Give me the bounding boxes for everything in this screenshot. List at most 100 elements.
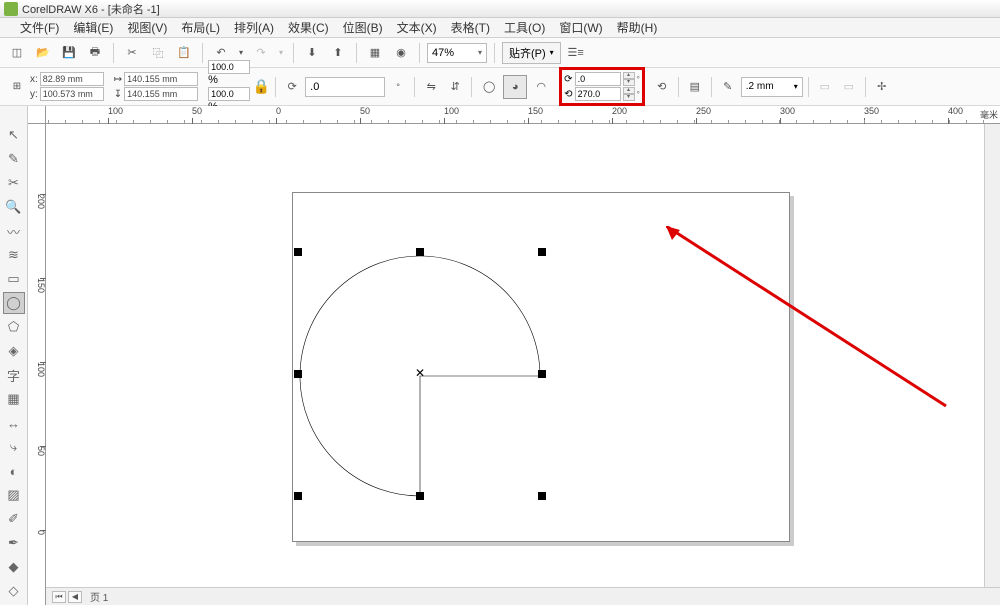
- menu-text[interactable]: 文本(X): [397, 19, 437, 36]
- convert-curves-icon[interactable]: ✢: [871, 76, 893, 98]
- transparency-icon[interactable]: ▨: [3, 484, 25, 506]
- vertical-ruler[interactable]: 200 150 100 50 0: [28, 124, 46, 605]
- object-origin-icon[interactable]: ⊞: [6, 76, 28, 98]
- import-icon[interactable]: ⬇: [301, 42, 323, 64]
- selection-handle[interactable]: [416, 248, 424, 256]
- cut-icon[interactable]: ✂: [121, 42, 143, 64]
- to-back-icon[interactable]: ▭: [838, 76, 860, 98]
- table-tool-icon[interactable]: ▦: [3, 388, 25, 410]
- start-angle-icon: ⟳: [564, 74, 572, 85]
- titlebar: CorelDRAW X6 - [未命名 -1]: [0, 0, 1000, 18]
- zoom-level[interactable]: 47%▾: [427, 43, 487, 63]
- horizontal-ruler[interactable]: 100 50 0 50 100 150 200 250 300 350 400: [28, 106, 1000, 124]
- rectangle-tool-icon[interactable]: ▭: [3, 268, 25, 290]
- width-input[interactable]: 140.155 mm: [124, 72, 198, 86]
- app-logo: [4, 2, 18, 16]
- selection-handle[interactable]: [294, 370, 302, 378]
- ellipse-tool-icon[interactable]: ◯: [3, 292, 25, 314]
- smear-tool-icon[interactable]: ≋: [3, 244, 25, 266]
- start-angle-input[interactable]: .0: [575, 72, 621, 86]
- options-icon[interactable]: ☰≡: [565, 42, 587, 64]
- mirror-v-icon[interactable]: ⇵: [444, 76, 466, 98]
- paste-icon[interactable]: 📋: [173, 42, 195, 64]
- polygon-tool-icon[interactable]: ⬠: [3, 316, 25, 338]
- arc-shape-icon[interactable]: ◠: [529, 75, 553, 99]
- selection-handle[interactable]: [294, 492, 302, 500]
- arc-endpoint-handle[interactable]: [416, 492, 424, 500]
- vertical-scrollbar[interactable]: [984, 124, 1000, 587]
- text-tool-icon[interactable]: 字: [3, 364, 25, 386]
- end-angle-spin[interactable]: ▴▾: [623, 87, 635, 101]
- end-angle-input[interactable]: 270.0: [575, 87, 621, 101]
- standard-toolbar: ◫ 📂 💾 🖶 ✂ ⿻ 📋 ↶ ▾ ↷ ▾ ⬇ ⬆ ▦ ◉ 47%▾ 贴齐(P)…: [0, 38, 1000, 68]
- lock-ratio-icon[interactable]: 🔒: [252, 73, 270, 101]
- app-launcher-icon[interactable]: ▦: [364, 42, 386, 64]
- copy-icon[interactable]: ⿻: [147, 42, 169, 64]
- to-front-icon[interactable]: ▭: [814, 76, 836, 98]
- menu-bitmap[interactable]: 位图(B): [343, 19, 383, 36]
- export-icon[interactable]: ⬆: [327, 42, 349, 64]
- x-position-input[interactable]: 82.89 mm: [40, 72, 104, 86]
- page-nav[interactable]: ⏮◀: [52, 591, 82, 603]
- menu-arrange[interactable]: 排列(A): [234, 19, 274, 36]
- x-label: x:: [30, 74, 38, 85]
- selection-handle[interactable]: [538, 248, 546, 256]
- snap-button[interactable]: 贴齐(P)▾: [502, 42, 561, 64]
- menu-window[interactable]: 窗口(W): [559, 19, 602, 36]
- menu-effects[interactable]: 效果(C): [288, 19, 329, 36]
- menu-table[interactable]: 表格(T): [451, 19, 490, 36]
- menu-file[interactable]: 文件(F): [20, 19, 59, 36]
- effects-tool-icon[interactable]: ◐: [3, 460, 25, 482]
- menu-edit[interactable]: 编辑(E): [73, 19, 113, 36]
- ruler-unit: 毫米: [980, 108, 998, 121]
- basic-shapes-icon[interactable]: ◈: [3, 340, 25, 362]
- fill-tool-icon[interactable]: ◆: [3, 556, 25, 578]
- property-bar: ⊞ x:82.89 mm y:100.573 mm ↦140.155 mm ↧1…: [0, 68, 1000, 106]
- page-indicator[interactable]: 页 1: [90, 589, 108, 604]
- rotation-input[interactable]: .0: [305, 77, 385, 97]
- start-angle-spin[interactable]: ▴▾: [623, 72, 635, 86]
- pick-tool-icon[interactable]: ↖: [3, 124, 25, 146]
- selection-handle[interactable]: [294, 248, 302, 256]
- height-input[interactable]: 140.155 mm: [124, 87, 198, 101]
- redo-dd-icon[interactable]: ▾: [276, 42, 286, 64]
- arc-endpoint-handle[interactable]: [538, 370, 546, 378]
- interactive-fill-icon[interactable]: ◇: [3, 580, 25, 602]
- scale-y-input[interactable]: 100.0: [208, 87, 250, 101]
- shape-tool-icon[interactable]: ✎: [3, 148, 25, 170]
- y-position-input[interactable]: 100.573 mm: [40, 87, 104, 101]
- zoom-tool-icon[interactable]: 🔍: [3, 196, 25, 218]
- menubar: 文件(F) 编辑(E) 视图(V) 布局(L) 排列(A) 效果(C) 位图(B…: [0, 18, 1000, 38]
- connector-tool-icon[interactable]: ⤷: [3, 436, 25, 458]
- redo-icon[interactable]: ↷: [250, 42, 272, 64]
- freehand-tool-icon[interactable]: 〰: [3, 220, 25, 242]
- toolbox: ↖ ✎ ✂ 🔍 〰 ≋ ▭ ◯ ⬠ ◈ 字 ▦ ↔ ⤷ ◐ ▨ ✐ ✒ ◆ ◇: [0, 106, 28, 605]
- open-icon[interactable]: 📂: [32, 42, 54, 64]
- status-bar: ⏮◀ 页 1: [46, 587, 1000, 605]
- selection-center[interactable]: ✕: [415, 368, 425, 378]
- dimension-tool-icon[interactable]: ↔: [3, 412, 25, 434]
- new-doc-icon[interactable]: ◫: [6, 42, 28, 64]
- crop-tool-icon[interactable]: ✂: [3, 172, 25, 194]
- canvas[interactable]: ✕: [46, 124, 1000, 605]
- outline-width-input[interactable]: .2 mm▾: [741, 77, 803, 97]
- height-icon: ↧: [114, 89, 122, 100]
- welcome-icon[interactable]: ◉: [390, 42, 412, 64]
- wrap-text-icon[interactable]: ▤: [684, 76, 706, 98]
- rotation-icon: ⟳: [281, 76, 303, 98]
- save-icon[interactable]: 💾: [58, 42, 80, 64]
- menu-view[interactable]: 视图(V): [127, 19, 167, 36]
- eyedropper-icon[interactable]: ✐: [3, 508, 25, 530]
- selection-handle[interactable]: [538, 492, 546, 500]
- outline-pen-icon[interactable]: ✒: [3, 532, 25, 554]
- menu-help[interactable]: 帮助(H): [617, 19, 658, 36]
- mirror-h-icon[interactable]: ⇋: [420, 76, 442, 98]
- ellipse-shape-icon[interactable]: ◯: [477, 75, 501, 99]
- scale-x-input[interactable]: 100.0: [208, 60, 250, 74]
- arc-angle-group: ⟳ .0 ▴▾ ° ⟲ 270.0 ▴▾ °: [559, 67, 645, 106]
- pie-shape-icon[interactable]: ◕: [503, 75, 527, 99]
- menu-layout[interactable]: 布局(L): [181, 19, 220, 36]
- reverse-direction-icon[interactable]: ⟲: [651, 76, 673, 98]
- menu-tools[interactable]: 工具(O): [504, 19, 545, 36]
- print-icon[interactable]: 🖶: [84, 42, 106, 64]
